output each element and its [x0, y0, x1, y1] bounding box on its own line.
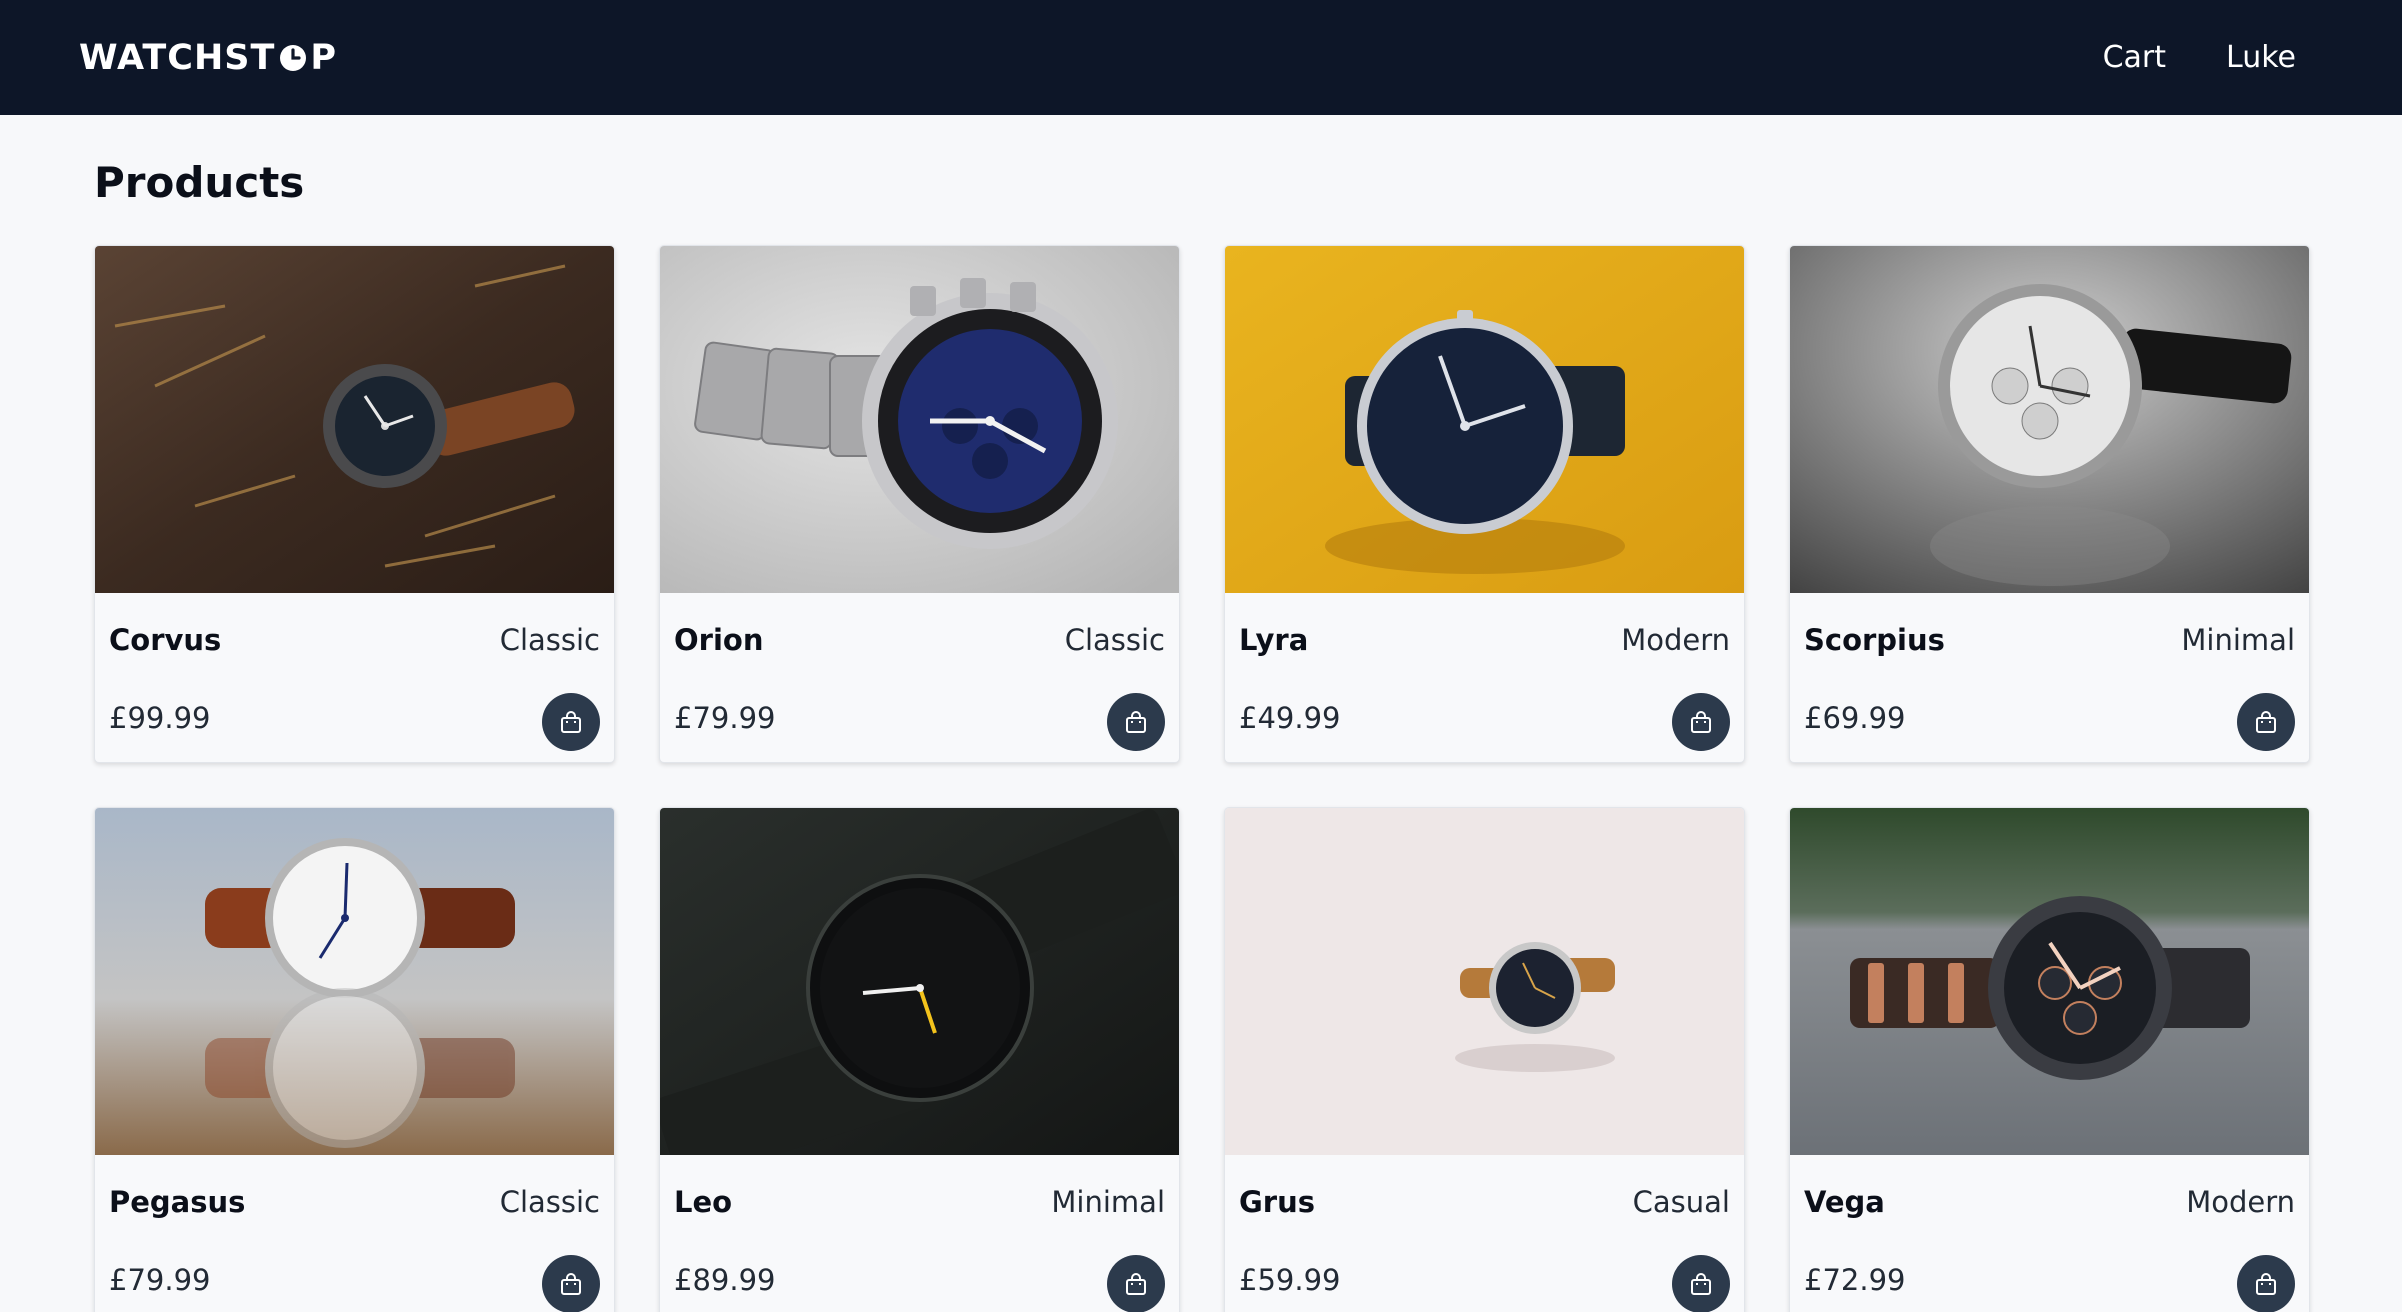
watch-photo-steel-chronograph-icon [660, 246, 1179, 593]
brand-text-suffix: P [310, 37, 337, 78]
product-name[interactable]: Scorpius [1804, 623, 1945, 657]
product-card[interactable]: Scorpius Minimal £69.99 [1789, 245, 2310, 763]
product-price: £99.99 [109, 701, 211, 735]
add-to-cart-button[interactable] [2237, 693, 2295, 751]
product-image[interactable] [1790, 808, 2309, 1155]
watch-photo-dark-wood-icon [95, 246, 614, 593]
product-card[interactable]: Lyra Modern £49.99 [1224, 245, 1745, 763]
watch-photo-reflection-icon [95, 808, 614, 1155]
add-to-cart-button[interactable] [2237, 1255, 2295, 1312]
product-card[interactable]: Leo Minimal £89.99 [659, 807, 1180, 1312]
shopping-bag-icon [1126, 1273, 1146, 1295]
product-price: £59.99 [1239, 1263, 1341, 1297]
product-image[interactable] [95, 246, 614, 593]
product-category: Classic [499, 1185, 600, 1219]
brand-logo[interactable]: WATCHST P [79, 38, 337, 78]
product-card-body: Scorpius Minimal £69.99 [1790, 593, 2309, 762]
product-category: Modern [1621, 623, 1730, 657]
product-price: £79.99 [109, 1263, 211, 1297]
product-card-body: Orion Classic £79.99 [660, 593, 1179, 762]
shopping-bag-icon [1691, 1273, 1711, 1295]
product-card-body: Leo Minimal £89.99 [660, 1155, 1179, 1312]
product-name[interactable]: Lyra [1239, 623, 1308, 657]
shopping-bag-icon [561, 1273, 581, 1295]
product-image[interactable] [660, 246, 1179, 593]
add-to-cart-button[interactable] [1107, 1255, 1165, 1312]
product-name[interactable]: Pegasus [109, 1185, 245, 1219]
product-card-body: Lyra Modern £49.99 [1225, 593, 1744, 762]
add-to-cart-button[interactable] [542, 693, 600, 751]
product-image[interactable] [1790, 246, 2309, 593]
product-category: Classic [1064, 623, 1165, 657]
product-category: Casual [1632, 1185, 1730, 1219]
nav-cart-link[interactable]: Cart [2103, 40, 2166, 75]
product-category: Modern [2186, 1185, 2295, 1219]
page-title: Products [94, 158, 305, 207]
add-to-cart-button[interactable] [1107, 693, 1165, 751]
navbar: WATCHST P Cart Luke [0, 0, 2402, 115]
product-card[interactable]: Orion Classic £79.99 [659, 245, 1180, 763]
product-image[interactable] [1225, 246, 1744, 593]
shopping-bag-icon [561, 711, 581, 733]
watch-photo-dark-mesh-icon [660, 808, 1179, 1155]
clock-icon [280, 44, 307, 71]
product-name[interactable]: Grus [1239, 1185, 1315, 1219]
product-image[interactable] [95, 808, 614, 1155]
shopping-bag-icon [1126, 711, 1146, 733]
product-grid: Corvus Classic £99.99 Orion Classic £79.… [94, 245, 2310, 1312]
product-name[interactable]: Leo [674, 1185, 732, 1219]
product-card[interactable]: Corvus Classic £99.99 [94, 245, 615, 763]
product-image[interactable] [1225, 808, 1744, 1155]
add-to-cart-button[interactable] [1672, 693, 1730, 751]
product-category: Classic [499, 623, 600, 657]
watch-photo-yellow-background-icon [1225, 246, 1744, 593]
watch-photo-monochrome-icon [1790, 246, 2309, 593]
watch-photo-pale-background-icon [1225, 808, 1744, 1155]
product-name[interactable]: Corvus [109, 623, 221, 657]
product-image[interactable] [660, 808, 1179, 1155]
shopping-bag-icon [2256, 1273, 2276, 1295]
product-price: £49.99 [1239, 701, 1341, 735]
product-price: £69.99 [1804, 701, 1906, 735]
product-card[interactable]: Pegasus Classic £79.99 [94, 807, 615, 1312]
nav-user-link[interactable]: Luke [2226, 40, 2296, 75]
product-card-body: Vega Modern £72.99 [1790, 1155, 2309, 1312]
product-name[interactable]: Orion [674, 623, 763, 657]
add-to-cart-button[interactable] [1672, 1255, 1730, 1312]
product-card[interactable]: Vega Modern £72.99 [1789, 807, 2310, 1312]
product-price: £79.99 [674, 701, 776, 735]
shopping-bag-icon [2256, 711, 2276, 733]
product-price: £72.99 [1804, 1263, 1906, 1297]
product-card[interactable]: Grus Casual £59.99 [1224, 807, 1745, 1312]
shopping-bag-icon [1691, 711, 1711, 733]
nav-links: Cart Luke [2103, 40, 2296, 75]
product-card-body: Pegasus Classic £79.99 [95, 1155, 614, 1312]
product-price: £89.99 [674, 1263, 776, 1297]
product-card-body: Corvus Classic £99.99 [95, 593, 614, 762]
product-category: Minimal [2181, 623, 2295, 657]
product-card-body: Grus Casual £59.99 [1225, 1155, 1744, 1312]
add-to-cart-button[interactable] [542, 1255, 600, 1312]
product-category: Minimal [1051, 1185, 1165, 1219]
product-name[interactable]: Vega [1804, 1185, 1885, 1219]
brand-text-prefix: WATCHST [79, 37, 276, 78]
watch-photo-stone-surface-icon [1790, 808, 2309, 1155]
